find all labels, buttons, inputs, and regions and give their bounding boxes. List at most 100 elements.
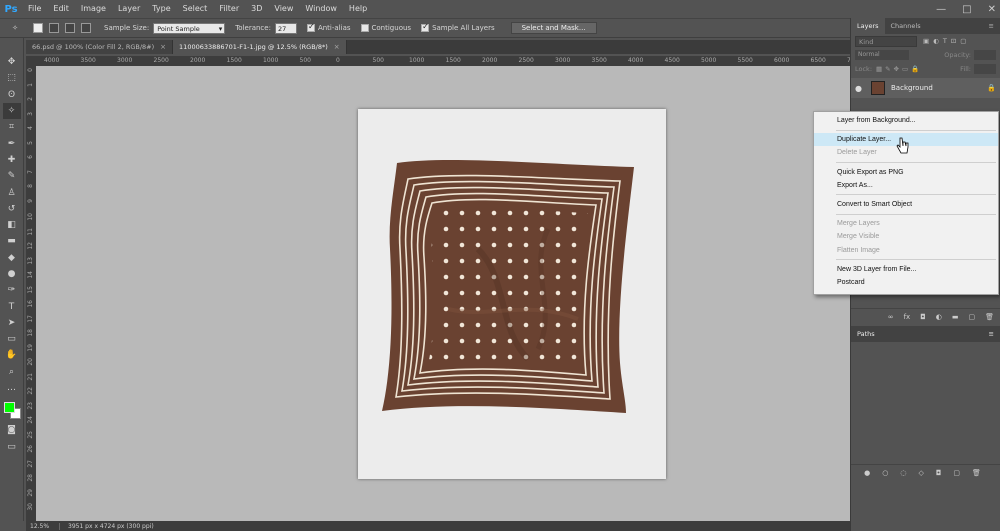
lasso-icon[interactable]: ʘ [3,87,21,103]
contiguous-checkbox[interactable] [360,24,369,32]
foreground-color-swatch[interactable] [3,402,15,414]
kind-filter[interactable]: Kind [855,35,917,47]
load-selection-icon[interactable]: ◌ [900,469,906,477]
zoom-icon[interactable]: ⌕ [3,364,21,380]
link-layers-icon[interactable]: ∞ [888,313,894,321]
brush-icon[interactable]: ✎ [3,168,21,184]
context-item-postcard[interactable]: Postcard [814,276,998,289]
tolerance-input[interactable]: 27 [274,22,297,34]
visibility-eye-icon[interactable]: ● [855,84,865,93]
pen-icon[interactable]: ✑ [3,282,21,298]
context-item-layer-from-background[interactable]: Layer from Background... [814,114,998,127]
eyedropper-icon[interactable]: ✒ [3,135,21,151]
opacity-field[interactable] [974,50,996,60]
lock-icons[interactable]: ▦✎✥▭🔒 [876,65,922,73]
menu-select[interactable]: Select [177,0,214,18]
add-mask-icon[interactable]: ◘ [936,469,942,477]
dodge-icon[interactable]: ● [3,266,21,282]
ruler-origin[interactable] [26,56,36,66]
window-controls: — □ ✕ [936,0,996,18]
color-swatches[interactable] [2,400,22,422]
fx-icon[interactable]: fx [904,313,911,321]
eraser-icon[interactable]: ◧ [3,217,21,233]
add-mask-icon[interactable]: ◘ [920,313,926,321]
tab-66-psd[interactable]: 66.psd @ 100% (Color Fill 2, RGB/8#) × [26,40,174,54]
close-icon[interactable]: ✕ [988,4,996,15]
horizontal-ruler[interactable]: 4000 3500 3000 2500 2000 1500 1000 500 0 500 1000 1… [36,56,850,66]
canvas-workspace[interactable] [36,66,850,521]
filter-icons[interactable]: ▣◐T⊡▢ [923,37,970,45]
path-select-icon[interactable]: ➤ [3,315,21,331]
trash-icon[interactable]: 🗑 [985,313,994,321]
menu-file[interactable]: File [22,0,47,18]
context-item-new-3d-layer-from-file[interactable]: New 3D Layer from File... [814,263,998,276]
make-path-icon[interactable]: ◇ [918,469,923,477]
document-canvas[interactable] [358,109,666,479]
magic-wand-icon[interactable]: ✧ [2,102,21,120]
type-icon[interactable]: T [3,298,21,314]
tab-layers[interactable]: Layers [851,18,885,34]
shape-icon[interactable]: ▭ [3,331,21,347]
menu-view[interactable]: View [268,0,299,18]
menu-filter[interactable]: Filter [213,0,245,18]
document-info[interactable]: 3951 px x 4724 px (300 ppi) [60,523,154,530]
layer-background[interactable]: ● Background 🔒 [851,78,1000,98]
vertical-ruler[interactable]: 0 1 2 3 4 5 6 7 8 9 10 11 12 13 14 15 16 17 18 19 20 21 22 23 24… [26,66,36,521]
context-item-quick-export-as-png[interactable]: Quick Export as PNG [814,166,998,179]
tab-close-icon[interactable]: × [160,40,166,54]
stamp-icon[interactable]: ♙ [3,184,21,200]
menu-bar: Ps File Edit Image Layer Type Select Filter 3D V… [0,0,1000,18]
sample-size-select[interactable]: Point Sample [153,22,226,34]
minimize-icon[interactable]: — [936,4,946,15]
menu-help[interactable]: Help [343,0,373,18]
fill-path-icon[interactable]: ● [864,469,870,477]
sample-all-layers-checkbox[interactable] [421,22,430,32]
new-layer-icon[interactable]: ▢ [968,313,975,321]
context-item-export-as[interactable]: Export As... [814,179,998,192]
fill-field[interactable] [974,64,996,74]
panel-menu-icon[interactable]: ≡ [989,330,994,338]
adjustment-layer-icon[interactable]: ◐ [936,313,942,321]
menu-3d[interactable]: 3D [245,0,268,18]
history-brush-icon[interactable]: ↺ [3,201,21,217]
ruler-tick-label: 1000 [263,57,279,64]
panel-menu-icon[interactable]: ≡ [983,18,1000,34]
marquee-icon[interactable]: ⬚ [3,70,21,86]
crop-icon[interactable]: ⌗ [3,119,21,135]
subtract-selection-icon[interactable] [65,23,75,33]
tab-scarf-jpg[interactable]: 11000633886701-F1-1.jpg @ 12.5% (RGB/8*)… [173,40,347,54]
blend-mode-select[interactable]: Normal [855,50,909,60]
anti-alias-checkbox[interactable] [306,22,315,32]
stroke-path-icon[interactable]: ○ [882,469,888,477]
menu-type[interactable]: Type [146,0,176,18]
menu-edit[interactable]: Edit [47,0,75,18]
menu-layer[interactable]: Layer [112,0,146,18]
new-path-icon[interactable]: ▢ [953,469,960,477]
zoom-level[interactable]: 12.5% [26,522,60,530]
gradient-icon[interactable]: ▬ [3,233,21,249]
trash-icon[interactable]: 🗑 [972,469,981,477]
add-selection-icon[interactable] [49,23,59,33]
blur-icon[interactable]: ◆ [3,250,21,266]
ruler-tick-label: 0 [336,57,340,64]
tab-channels[interactable]: Channels [885,18,927,34]
select-and-mask-button[interactable]: Select and Mask... [510,22,597,34]
quick-mask-icon[interactable]: ◙ [3,422,21,438]
intersect-selection-icon[interactable] [81,23,91,33]
screen-mode-icon[interactable]: ▭ [3,439,21,455]
paths-title[interactable]: Paths [857,330,875,338]
context-item-convert-to-smart-object[interactable]: Convert to Smart Object [814,198,998,211]
menu-image[interactable]: Image [75,0,112,18]
paths-list [851,342,1000,464]
new-selection-icon[interactable] [33,23,43,33]
hand-icon[interactable]: ✋ [3,347,21,363]
more-icon[interactable]: … [3,380,21,396]
tab-close-icon[interactable]: × [334,40,340,54]
magic-wand-preset-icon[interactable]: ✧ [0,24,30,32]
move-icon[interactable]: ✥ [3,54,21,70]
healing-icon[interactable]: ✚ [3,152,21,168]
lock-icon[interactable]: 🔒 [987,84,996,92]
menu-window[interactable]: Window [299,0,343,18]
maximize-icon[interactable]: □ [962,4,971,15]
new-group-icon[interactable]: ▬ [952,313,959,321]
